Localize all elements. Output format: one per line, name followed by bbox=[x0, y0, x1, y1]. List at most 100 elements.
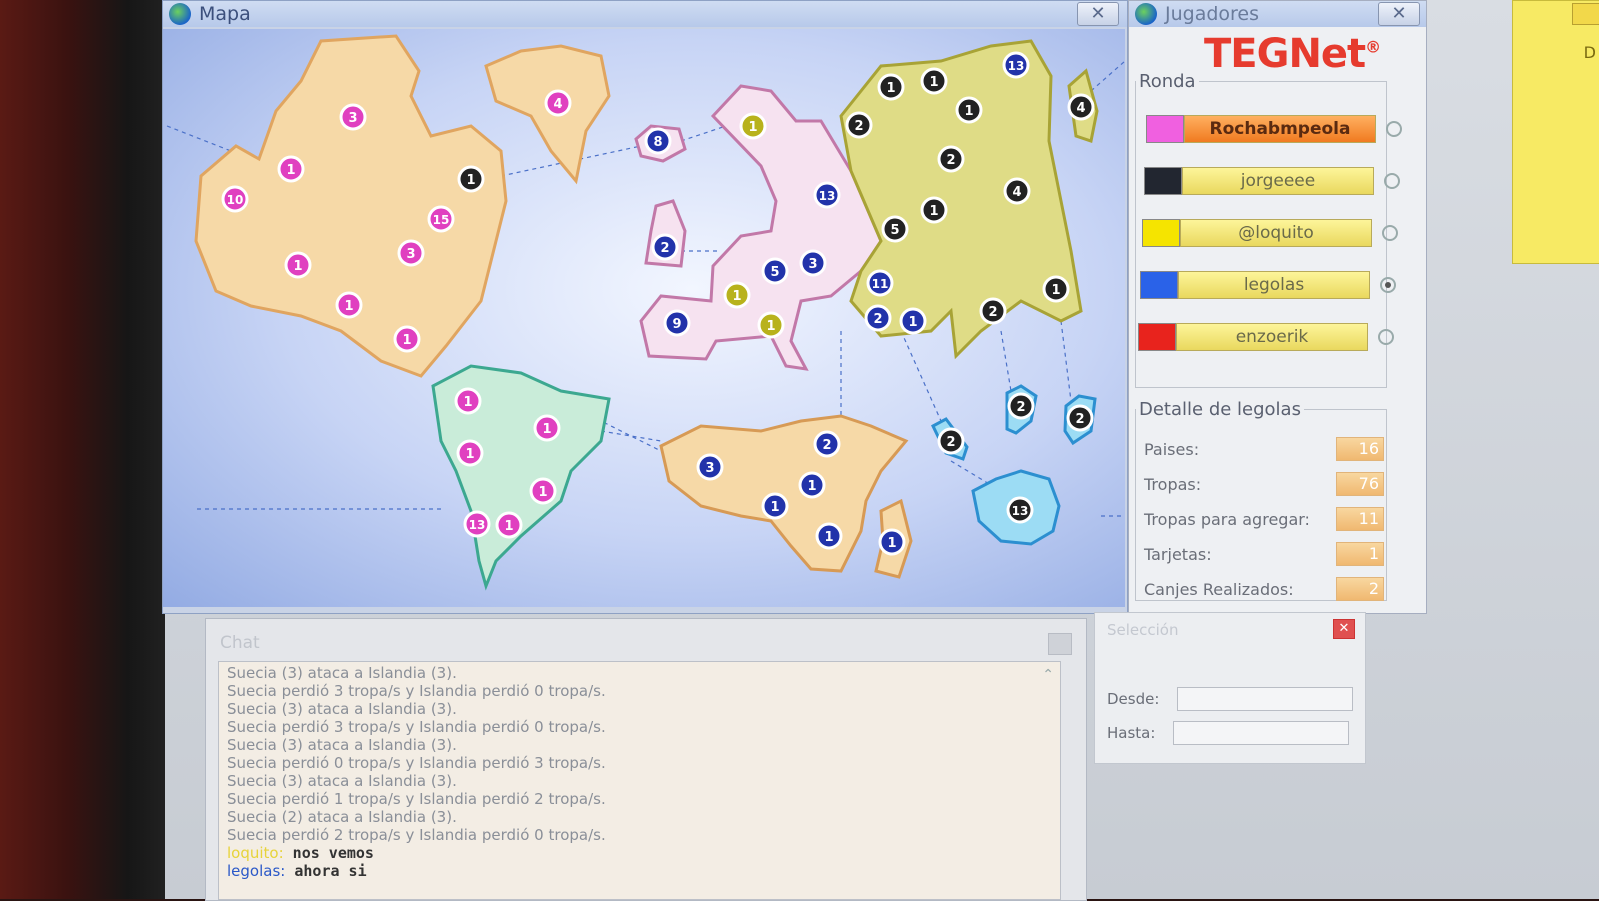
from-field[interactable] bbox=[1177, 687, 1354, 711]
army-marker-uruguay[interactable]: 1 bbox=[529, 477, 557, 505]
world-map-svg[interactable]: 101341115311111113 1821135319 1112 11 113412… bbox=[163, 29, 1125, 607]
chat-log[interactable]: ⌃ Suecia (3) ataca a Islandia (3). Suecia… bbox=[218, 661, 1061, 900]
army-marker-yukon[interactable]: 1 bbox=[277, 155, 305, 183]
army-marker-iran[interactable]: 5 bbox=[881, 215, 909, 243]
player-row[interactable]: @loquito bbox=[1142, 218, 1398, 248]
detail-row: Tropas: 76 bbox=[1144, 471, 1384, 497]
chat-minimize-button[interactable] bbox=[1048, 633, 1072, 655]
army-marker-sumatra[interactable]: 2 bbox=[937, 427, 965, 455]
army-marker-russia[interactable]: 13 bbox=[813, 181, 841, 209]
world-map[interactable]: 10 1 3 4 1 1 15 3 1 1 1 1 1 1 13 1 8 2 1 13 5 3 1 9 1 11 2 1 1 1 13 4 1 2… bbox=[163, 29, 1125, 607]
side-panel-tab[interactable] bbox=[1572, 3, 1599, 25]
army-count: 1 bbox=[807, 479, 816, 494]
army-count: 3 bbox=[348, 111, 357, 126]
player-radio[interactable] bbox=[1386, 121, 1402, 137]
army-marker-siberia[interactable]: 1 bbox=[955, 96, 983, 124]
detail-row-label: Canjes Realizados: bbox=[1144, 579, 1294, 599]
army-marker-turkey[interactable]: 11 bbox=[866, 269, 894, 297]
players-icon bbox=[1135, 3, 1157, 25]
army-count: 2 bbox=[1016, 400, 1025, 415]
army-marker-france[interactable]: 1 bbox=[723, 281, 751, 309]
army-marker-kamchatka[interactable]: 4 bbox=[1067, 93, 1095, 121]
army-marker-ural[interactable]: 2 bbox=[845, 111, 873, 139]
scroll-up-icon[interactable]: ⌃ bbox=[1042, 666, 1054, 684]
player-radio[interactable] bbox=[1382, 225, 1398, 241]
africa[interactable] bbox=[659, 414, 909, 573]
army-marker-germany[interactable]: 5 bbox=[761, 257, 789, 285]
army-marker-mongolia[interactable]: 2 bbox=[937, 145, 965, 173]
detail-row: Canjes Realizados: 2 bbox=[1144, 576, 1384, 602]
selection-window: Selección ✕ Desde: Hasta: bbox=[1094, 612, 1366, 764]
army-count: 1 bbox=[908, 315, 917, 330]
army-marker-oregon[interactable]: 1 bbox=[284, 251, 312, 279]
army-marker-ethiopia[interactable]: 1 bbox=[798, 471, 826, 499]
army-marker-tartary[interactable]: 1 bbox=[920, 67, 948, 95]
side-panel-label: D bbox=[1583, 43, 1596, 62]
army-marker-australia[interactable]: 13 bbox=[1006, 496, 1034, 524]
army-marker-java[interactable]: 2 bbox=[1066, 404, 1094, 432]
army-marker-iceland[interactable]: 8 bbox=[644, 127, 672, 155]
map-window-title: Mapa bbox=[199, 3, 251, 25]
map-titlebar[interactable]: Mapa ✕ bbox=[163, 1, 1127, 27]
map-close-button[interactable]: ✕ bbox=[1077, 2, 1119, 26]
army-marker-aral[interactable]: 1 bbox=[877, 73, 905, 101]
army-marker-taymir[interactable]: 13 bbox=[1002, 51, 1030, 79]
to-field[interactable] bbox=[1173, 721, 1350, 745]
player-row[interactable]: jorgeeee bbox=[1144, 166, 1400, 196]
army-marker-canada-n[interactable]: 3 bbox=[339, 103, 367, 131]
army-marker-sahara[interactable]: 3 bbox=[696, 453, 724, 481]
army-marker-mexico[interactable]: 1 bbox=[393, 325, 421, 353]
army-marker-egypt[interactable]: 2 bbox=[813, 430, 841, 458]
army-marker-greenland[interactable]: 4 bbox=[544, 89, 572, 117]
army-count: 1 bbox=[286, 163, 295, 178]
army-count: 1 bbox=[344, 299, 353, 314]
army-count: 13 bbox=[1012, 504, 1029, 518]
player-row[interactable]: Rochabmpeola bbox=[1146, 114, 1402, 144]
army-count: 3 bbox=[406, 247, 415, 262]
players-close-button[interactable]: ✕ bbox=[1378, 2, 1420, 26]
army-count: 3 bbox=[808, 257, 817, 272]
player-radio[interactable] bbox=[1384, 173, 1400, 189]
army-marker-peru[interactable]: 1 bbox=[456, 439, 484, 467]
army-marker-israel[interactable]: 2 bbox=[864, 304, 892, 332]
army-count: 1 bbox=[929, 204, 938, 219]
selection-close-button[interactable]: ✕ bbox=[1333, 619, 1355, 639]
detail-row-label: Paises: bbox=[1144, 439, 1200, 459]
army-count: 1 bbox=[402, 333, 411, 348]
army-marker-madagascar[interactable]: 1 bbox=[878, 528, 906, 556]
army-marker-china[interactable]: 4 bbox=[1003, 177, 1031, 205]
army-marker-borneo[interactable]: 2 bbox=[1007, 392, 1035, 420]
army-marker-spain[interactable]: 9 bbox=[663, 309, 691, 337]
army-marker-colombia[interactable]: 1 bbox=[454, 387, 482, 415]
army-marker-sweden[interactable]: 1 bbox=[739, 112, 767, 140]
army-count: 2 bbox=[946, 435, 955, 450]
army-marker-ontario[interactable]: 15 bbox=[427, 205, 455, 233]
greenland[interactable] bbox=[484, 44, 611, 185]
army-marker-labrador[interactable]: 1 bbox=[457, 165, 485, 193]
player-radio[interactable] bbox=[1380, 277, 1396, 293]
army-marker-great-britain[interactable]: 2 bbox=[651, 233, 679, 261]
army-marker-alaska[interactable]: 10 bbox=[221, 185, 249, 213]
army-marker-chile[interactable]: 13 bbox=[463, 510, 491, 538]
army-marker-gobi[interactable]: 1 bbox=[920, 196, 948, 224]
army-count: 1 bbox=[463, 395, 472, 410]
chat-line: Suecia (3) ataca a Islandia (3). bbox=[227, 736, 457, 754]
army-marker-poland[interactable]: 3 bbox=[799, 249, 827, 277]
army-marker-japan[interactable]: 1 bbox=[1042, 275, 1070, 303]
army-marker-malaysia[interactable]: 2 bbox=[979, 297, 1007, 325]
army-marker-south-africa[interactable]: 1 bbox=[815, 522, 843, 550]
army-marker-italy[interactable]: 1 bbox=[757, 311, 785, 339]
player-row[interactable]: legolas bbox=[1140, 270, 1396, 300]
player-row[interactable]: enzoerik bbox=[1138, 322, 1394, 352]
army-marker-argentina[interactable]: 1 bbox=[495, 511, 523, 539]
army-marker-brazil[interactable]: 1 bbox=[533, 414, 561, 442]
army-marker-zaire[interactable]: 1 bbox=[761, 492, 789, 520]
players-titlebar[interactable]: Jugadores ✕ bbox=[1129, 1, 1426, 27]
army-marker-arabia[interactable]: 1 bbox=[899, 307, 927, 335]
player-radio[interactable] bbox=[1378, 329, 1394, 345]
army-count: 11 bbox=[872, 277, 889, 291]
chat-line: Suecia (2) ataca a Islandia (3). bbox=[227, 808, 457, 826]
army-marker-california[interactable]: 1 bbox=[335, 291, 363, 319]
chat-sender: legolas: bbox=[227, 862, 286, 880]
army-marker-new-york[interactable]: 3 bbox=[397, 239, 425, 267]
